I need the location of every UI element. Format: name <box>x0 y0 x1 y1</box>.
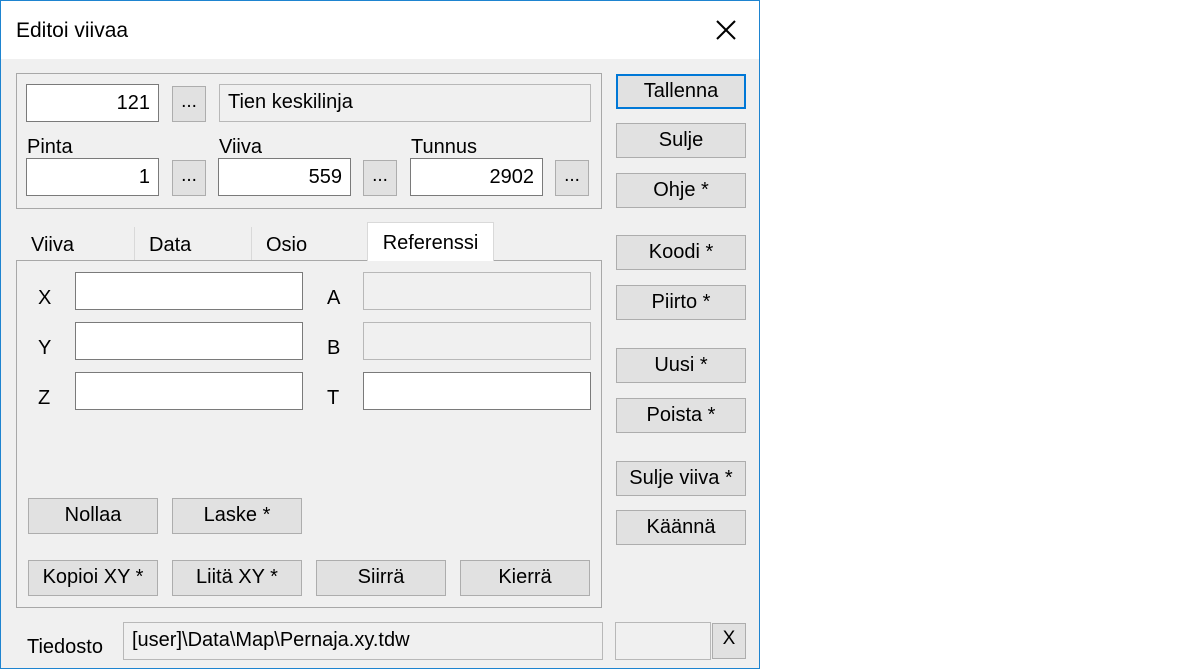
window-title: Editoi viivaa <box>16 19 129 42</box>
viiva-label: Viiva <box>219 136 262 158</box>
code-input[interactable]: 121 <box>26 84 159 122</box>
z-label: Z <box>38 387 51 409</box>
file-label: Tiedosto <box>27 636 103 658</box>
copy-xy-button[interactable]: Kopioi XY * <box>28 560 158 596</box>
move-button[interactable]: Siirrä <box>316 560 446 596</box>
a-label: A <box>327 287 341 309</box>
pinta-input[interactable]: 1 <box>26 158 159 196</box>
title-bar: Editoi viivaa <box>1 1 759 59</box>
t-input[interactable] <box>363 372 591 410</box>
b-field <box>363 322 591 360</box>
pinta-label: Pinta <box>27 136 73 158</box>
file-path-field: [user]\Data\Map\Pernaja.xy.tdw <box>123 622 603 660</box>
code-browse-button[interactable]: ... <box>172 86 206 122</box>
tunnus-browse-button[interactable]: ... <box>555 160 589 196</box>
tab-viiva[interactable]: Viiva <box>17 225 135 261</box>
save-button[interactable]: Tallenna <box>616 74 746 109</box>
y-input[interactable] <box>75 322 303 360</box>
delete-button[interactable]: Poista * <box>616 398 746 433</box>
x-label: X <box>38 287 52 309</box>
code-description-field: Tien keskilinja <box>219 84 591 122</box>
close-button[interactable]: Sulje <box>616 123 746 158</box>
reset-button[interactable]: Nollaa <box>28 498 158 534</box>
new-button[interactable]: Uusi * <box>616 348 746 383</box>
close-line-button[interactable]: Sulje viiva * <box>616 461 746 496</box>
tunnus-input[interactable]: 2902 <box>410 158 543 196</box>
tab-osio[interactable]: Osio <box>252 225 367 261</box>
y-label: Y <box>38 337 52 359</box>
a-field <box>363 272 591 310</box>
pinta-browse-button[interactable]: ... <box>172 160 206 196</box>
help-button[interactable]: Ohje * <box>616 173 746 208</box>
z-input[interactable] <box>75 372 303 410</box>
close-icon[interactable] <box>706 13 746 49</box>
tab-panel-reference <box>16 260 602 608</box>
b-label: B <box>327 337 341 359</box>
reverse-button[interactable]: Käännä <box>616 510 746 545</box>
draw-button[interactable]: Piirto * <box>616 285 746 320</box>
paste-xy-button[interactable]: Liitä XY * <box>172 560 302 596</box>
file-extra-field <box>615 622 711 660</box>
viiva-browse-button[interactable]: ... <box>363 160 397 196</box>
code-button[interactable]: Koodi * <box>616 235 746 270</box>
edit-line-dialog: Editoi viivaa 121 ... Tien keskilinja Pi… <box>0 0 760 669</box>
tab-data[interactable]: Data <box>135 225 252 261</box>
rotate-button[interactable]: Kierrä <box>460 560 590 596</box>
tab-referenssi[interactable]: Referenssi <box>367 222 494 261</box>
t-label: T <box>327 387 340 409</box>
x-input[interactable] <box>75 272 303 310</box>
clear-file-button[interactable]: X <box>712 623 746 659</box>
viiva-input[interactable]: 559 <box>218 158 351 196</box>
tunnus-label: Tunnus <box>411 136 477 158</box>
compute-button[interactable]: Laske * <box>172 498 302 534</box>
